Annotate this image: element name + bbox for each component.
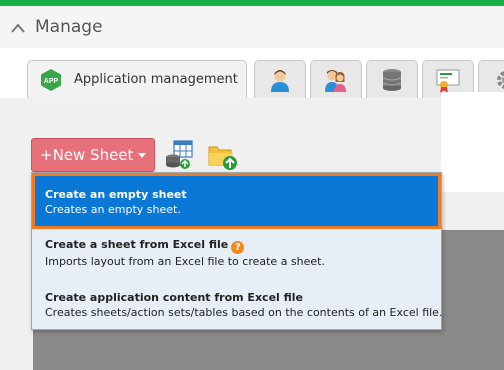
tab-database[interactable] (366, 60, 418, 98)
tab-user[interactable] (254, 60, 306, 98)
user-icon (271, 70, 289, 92)
menu-item-description: Creates an empty sheet. (45, 203, 181, 216)
menu-item-description: Imports layout from an Excel file to cre… (45, 255, 325, 268)
menu-item-create-application-from-excel[interactable]: Create application content from Excel fi… (32, 290, 443, 320)
menu-item-create-empty-sheet[interactable]: Create an empty sheet Creates an empty s… (32, 173, 441, 229)
menu-item-title: Create a sheet from Excel file? (45, 237, 441, 254)
app-badge-text: APP (44, 78, 59, 85)
help-icon[interactable]: ? (231, 241, 245, 254)
menu-item-title-text: Create a sheet from Excel file (45, 238, 229, 251)
manage-title: Manage (35, 17, 103, 37)
upload-folder-icon[interactable] (207, 141, 237, 171)
caret-down-icon (138, 153, 146, 158)
menu-item-title: Create application content from Excel fi… (45, 291, 304, 304)
chevron-up-icon[interactable] (10, 22, 26, 34)
certificate-icon (436, 69, 460, 93)
users-icon (325, 70, 346, 92)
import-table-icon[interactable] (164, 140, 194, 170)
tab-application-management[interactable]: APP Application management (27, 60, 247, 98)
gear-icon (497, 71, 504, 89)
tab-users[interactable] (310, 60, 362, 98)
manage-header[interactable]: Manage (0, 6, 504, 48)
database-icon (382, 69, 402, 91)
app-icon: APP (41, 69, 61, 91)
new-sheet-button[interactable]: +New Sheet (31, 138, 155, 172)
menu-item-description: Creates sheets/action sets/tables based … (45, 306, 443, 319)
tab-bar: APP Application management (0, 48, 504, 98)
menu-item-create-sheet-from-excel[interactable]: Create a sheet from Excel file? Imports … (32, 237, 441, 269)
tab-label: Application management (74, 72, 238, 87)
content-panel-edge (441, 92, 504, 192)
menu-item-title: Create an empty sheet (45, 188, 187, 201)
new-sheet-label: +New Sheet (40, 146, 134, 164)
new-sheet-dropdown-menu: Create an empty sheet Creates an empty s… (31, 172, 442, 330)
